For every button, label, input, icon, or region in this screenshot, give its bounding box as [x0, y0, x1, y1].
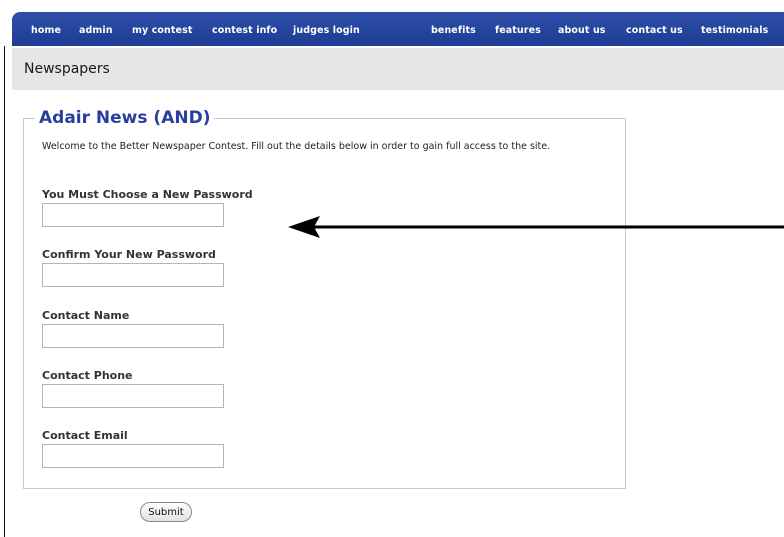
top-navigation-bar: home admin my contest contest info judge…	[12, 12, 784, 46]
contact-name-input[interactable]	[42, 324, 224, 348]
contact-name-label: Contact Name	[42, 309, 130, 322]
nav-link-testimonials[interactable]: testimonials	[701, 25, 768, 36]
submit-button[interactable]: Submit	[140, 502, 192, 522]
contact-phone-label: Contact Phone	[42, 369, 133, 382]
arrow-left-icon	[288, 216, 784, 238]
confirm-password-label: Confirm Your New Password	[42, 248, 216, 261]
new-password-input[interactable]	[42, 203, 224, 227]
nav-link-contact-us[interactable]: contact us	[626, 25, 683, 36]
section-header: Newspapers	[12, 48, 784, 90]
contact-phone-input[interactable]	[42, 384, 224, 408]
intro-text: Welcome to the Better Newspaper Contest.…	[42, 141, 551, 152]
section-title: Newspapers	[24, 61, 110, 77]
new-password-label: You Must Choose a New Password	[42, 188, 253, 201]
nav-link-admin[interactable]: admin	[79, 25, 113, 36]
form-title: Adair News (AND)	[35, 108, 215, 128]
contact-email-label: Contact Email	[42, 429, 128, 442]
nav-link-about-us[interactable]: about us	[558, 25, 606, 36]
nav-link-features[interactable]: features	[495, 25, 541, 36]
confirm-password-input[interactable]	[42, 263, 224, 287]
frame-divider	[4, 46, 5, 537]
nav-link-home[interactable]: home	[31, 25, 61, 36]
page: home admin my contest contest info judge…	[0, 0, 784, 537]
nav-link-benefits[interactable]: benefits	[431, 25, 476, 36]
nav-link-contest-info[interactable]: contest info	[212, 25, 277, 36]
contact-email-input[interactable]	[42, 444, 224, 468]
nav-link-my-contest[interactable]: my contest	[132, 25, 193, 36]
nav-link-judges-login[interactable]: judges login	[293, 25, 360, 36]
